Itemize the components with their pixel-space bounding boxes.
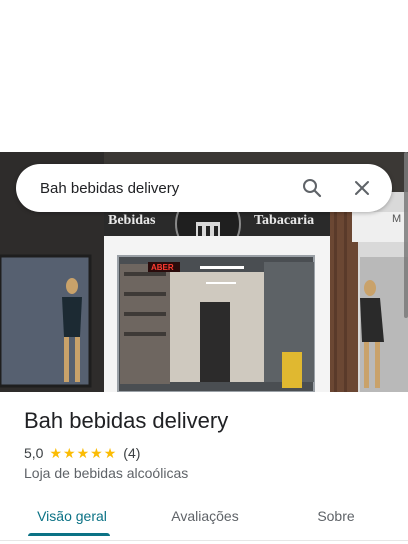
svg-text:M: M — [392, 213, 401, 225]
rating-stars: ★ ★ ★ ★ ★ — [49, 446, 117, 460]
star-icon: ★ — [90, 445, 103, 461]
rating-row[interactable]: 5,0 ★ ★ ★ ★ ★ (4) — [24, 444, 140, 462]
tab-reviews[interactable]: Avaliações — [150, 496, 260, 536]
sign-left-text: Bebidas — [108, 213, 156, 228]
star-icon: ★ — [103, 445, 117, 461]
star-icon: ★ — [49, 445, 63, 461]
rating-value: 5,0 — [24, 445, 44, 461]
close-icon[interactable] — [350, 176, 374, 200]
search-icon[interactable] — [300, 176, 324, 200]
review-count[interactable]: (4) — [123, 445, 140, 461]
place-category: Loja de bebidas alcoólicas — [24, 465, 189, 481]
search-bar[interactable]: Bah bebidas delivery — [16, 164, 392, 212]
tab-overview[interactable]: Visão geral — [24, 496, 120, 536]
open-sign-text: ABER — [151, 263, 174, 272]
place-title: Bah bebidas delivery — [24, 408, 229, 433]
tab-bar: Visão geral Avaliações Sobre — [0, 496, 408, 541]
star-icon: ★ — [63, 445, 76, 461]
active-tab-indicator — [28, 533, 110, 536]
scrollbar[interactable] — [404, 152, 408, 318]
search-input[interactable]: Bah bebidas delivery — [16, 180, 300, 197]
tab-about[interactable]: Sobre — [300, 496, 372, 536]
star-icon: ★ — [76, 445, 90, 461]
sign-right-text: Tabacaria — [254, 213, 314, 228]
